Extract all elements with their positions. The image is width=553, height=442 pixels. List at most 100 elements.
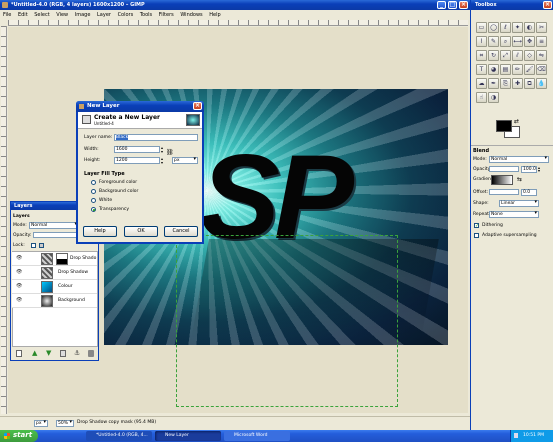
menu-windows[interactable]: Windows	[180, 12, 202, 18]
gimp-title-bar[interactable]: *Untitled-4.0 (RGB, 4 layers) 1600x1200 …	[0, 0, 470, 10]
menu-image[interactable]: Image	[75, 12, 91, 18]
move-tool-icon[interactable]: ✥	[524, 36, 535, 47]
fill-white-radio[interactable]	[91, 198, 96, 203]
blend-shape-select[interactable]: Linear	[499, 200, 539, 207]
ellipse-select-tool-icon[interactable]: ◯	[488, 22, 499, 33]
lock-alpha-checkbox[interactable]	[39, 243, 44, 248]
fill-foreground-radio[interactable]	[91, 180, 96, 185]
paths-tool-icon[interactable]: ⌇	[476, 36, 487, 47]
layer-row[interactable]: 👁 Drop Shadow	[12, 266, 97, 280]
scale-tool-icon[interactable]: ⤢	[500, 50, 511, 61]
text-tool-icon[interactable]: T	[476, 64, 487, 75]
bucket-fill-tool-icon[interactable]: ◕	[488, 64, 499, 75]
airbrush-tool-icon[interactable]: ☁	[476, 78, 487, 89]
width-input[interactable]: 1600	[114, 146, 160, 153]
foreground-color-swatch[interactable]	[496, 120, 512, 132]
help-button[interactable]: Help	[83, 226, 117, 237]
dithering-checkbox[interactable]: ✓	[474, 223, 479, 229]
blend-offset-slider[interactable]	[489, 189, 519, 195]
clone-tool-icon[interactable]: ⎘	[500, 78, 511, 89]
menu-layer[interactable]: Layer	[97, 12, 111, 18]
menu-view[interactable]: View	[56, 12, 68, 18]
fill-transparency-radio[interactable]	[91, 207, 96, 212]
blend-opacity-input[interactable]: 100.0	[521, 166, 537, 173]
blend-repeat-select[interactable]: None	[489, 211, 539, 218]
fill-foreground-label[interactable]: Foreground color	[99, 180, 137, 185]
layer-row[interactable]: 👁 Background	[12, 294, 97, 308]
eye-icon[interactable]: 👁	[16, 256, 22, 261]
menu-filters[interactable]: Filters	[159, 12, 174, 18]
reverse-gradient-icon[interactable]: ⇆	[517, 176, 522, 183]
fill-white-label[interactable]: White	[99, 198, 112, 203]
layer-mask-thumbnail[interactable]	[56, 253, 68, 265]
paintbrush-tool-icon[interactable]: 🖌	[524, 64, 535, 75]
dithering-label[interactable]: Dithering	[482, 223, 503, 228]
raise-layer-icon[interactable]: ▲	[32, 349, 37, 357]
volume-icon[interactable]	[514, 433, 518, 438]
color-picker-tool-icon[interactable]: ✎	[488, 36, 499, 47]
toolbox-close-button[interactable]: ×	[543, 1, 552, 9]
smudge-tool-icon[interactable]: ☝	[476, 92, 487, 103]
delete-layer-icon[interactable]	[88, 350, 94, 357]
flip-tool-icon[interactable]: ⇋	[536, 50, 547, 61]
height-input[interactable]: 1200	[114, 157, 160, 164]
color-select-tool-icon[interactable]: ◐	[524, 22, 535, 33]
fill-background-radio[interactable]	[91, 189, 96, 194]
heal-tool-icon[interactable]: ✚	[512, 78, 523, 89]
horizontal-ruler[interactable]	[8, 20, 468, 26]
adaptive-supersampling-label[interactable]: Adaptive supersampling	[482, 233, 537, 238]
taskbar-item-new-layer[interactable]: New Layer	[155, 431, 221, 441]
layer-name-input[interactable]: Black	[114, 134, 198, 141]
duplicate-layer-icon[interactable]	[60, 350, 66, 357]
fuzzy-select-tool-icon[interactable]: ✦	[512, 22, 523, 33]
maximize-button[interactable]: □	[448, 1, 457, 9]
blend-opacity-slider[interactable]	[489, 166, 519, 172]
adaptive-supersampling-checkbox[interactable]	[474, 233, 479, 238]
rect-select-tool-icon[interactable]: ▭	[476, 22, 487, 33]
fill-background-label[interactable]: Background color	[99, 189, 138, 194]
align-tool-icon[interactable]: ≡	[536, 36, 547, 47]
toolbox-title-bar[interactable]: Toolbox ×	[471, 0, 553, 10]
fill-transparency-label[interactable]: Transparency	[99, 207, 129, 212]
scissors-tool-icon[interactable]: ✂	[536, 22, 547, 33]
new-layer-icon[interactable]	[16, 350, 22, 357]
unit-select[interactable]: px	[172, 157, 198, 164]
dialog-close-button[interactable]: ×	[193, 102, 202, 110]
vertical-ruler[interactable]	[1, 26, 7, 414]
cancel-button[interactable]: Cancel	[164, 226, 198, 237]
layer-row[interactable]: 👁 Drop Shado	[12, 252, 97, 266]
swap-colors-icon[interactable]: ⇄	[514, 118, 519, 125]
ink-tool-icon[interactable]: ✒	[488, 78, 499, 89]
dialog-title-bar[interactable]: New Layer ×	[76, 101, 204, 112]
eye-icon[interactable]: 👁	[16, 298, 22, 303]
chain-link-icon[interactable]: ⛓	[166, 149, 174, 156]
eye-icon[interactable]: 👁	[16, 270, 22, 275]
close-button[interactable]: ×	[459, 1, 468, 9]
menu-tools[interactable]: Tools	[140, 12, 152, 18]
layers-opacity-slider[interactable]	[33, 232, 79, 238]
blend-mode-select[interactable]: Normal	[489, 156, 549, 163]
lasso-tool-icon[interactable]: ℓ	[500, 22, 511, 33]
anchor-layer-icon[interactable]: ⚓	[74, 349, 80, 357]
opacity-spin-icon[interactable]: ▴ ▾	[538, 166, 540, 173]
blend-tool-icon[interactable]: ▤	[500, 64, 511, 75]
layer-row[interactable]: 👁 Colour	[12, 280, 97, 294]
layers-mode-select[interactable]: Normal	[29, 222, 79, 229]
start-button[interactable]: start	[0, 430, 38, 442]
menu-colors[interactable]: Colors	[118, 12, 134, 18]
height-spin-icon[interactable]: ▴ ▾	[161, 157, 163, 165]
ok-button[interactable]: OK	[124, 226, 158, 237]
blur-tool-icon[interactable]: 💧	[536, 78, 547, 89]
crop-tool-icon[interactable]: ⌗	[476, 50, 487, 61]
perspective-clone-tool-icon[interactable]: ⧉	[524, 78, 535, 89]
measure-tool-icon[interactable]: ⟷	[512, 36, 523, 47]
eraser-tool-icon[interactable]: ⌫	[536, 64, 547, 75]
rotate-tool-icon[interactable]: ↻	[488, 50, 499, 61]
lower-layer-icon[interactable]: ▼	[46, 349, 51, 357]
zoom-select[interactable]: 50%	[56, 420, 74, 427]
perspective-tool-icon[interactable]: ◇	[524, 50, 535, 61]
width-spin-icon[interactable]: ▴ ▾	[161, 146, 163, 154]
shear-tool-icon[interactable]: ⫽	[512, 50, 523, 61]
zoom-tool-icon[interactable]: ⌕	[500, 36, 511, 47]
gradient-preview[interactable]	[491, 175, 513, 185]
